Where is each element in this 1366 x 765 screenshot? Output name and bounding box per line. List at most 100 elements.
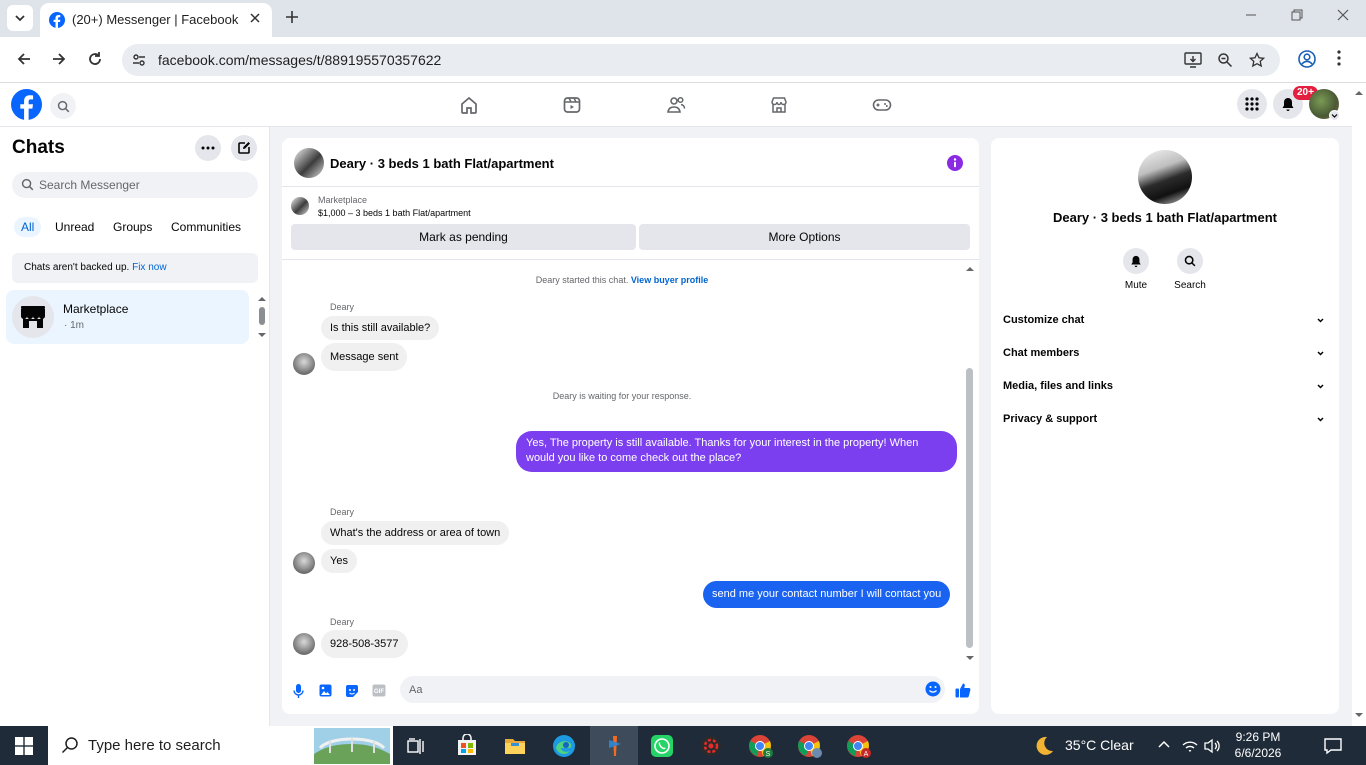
conversation-scrollbar[interactable] xyxy=(964,264,976,664)
view-buyer-profile-link[interactable]: View buyer profile xyxy=(631,275,708,285)
message-incoming[interactable]: Yes xyxy=(321,549,357,573)
browser-profile-icon[interactable] xyxy=(1297,49,1317,69)
chat-members-section[interactable]: Chat members xyxy=(1003,347,1328,359)
more-dots-icon xyxy=(201,146,215,150)
page-scrollbar[interactable] xyxy=(1352,83,1366,726)
emoji-icon[interactable] xyxy=(925,681,941,697)
browser-toolbar: facebook.com/messages/t/889195570357622 xyxy=(0,37,1366,83)
file-explorer-icon[interactable] xyxy=(503,734,527,758)
chat-list-item-marketplace[interactable]: Marketplace · 1m xyxy=(6,290,249,344)
window-close-icon[interactable] xyxy=(1336,8,1350,22)
weather-text[interactable]: 35°C Clear xyxy=(1065,737,1134,753)
message-incoming[interactable]: Message sent xyxy=(321,343,408,371)
marketplace-icon[interactable] xyxy=(769,95,789,115)
minimize-icon[interactable] xyxy=(1244,8,1258,22)
message-incoming[interactable]: Is this still available? xyxy=(321,316,440,340)
clock-time: 9:26 PM xyxy=(1235,730,1281,744)
task-view-icon[interactable] xyxy=(406,736,426,756)
customize-chat-section[interactable]: Customize chat xyxy=(1003,314,1328,326)
forward-icon[interactable] xyxy=(50,50,68,68)
chrome-profile-icon[interactable]: S xyxy=(748,734,774,758)
browser-tab-messenger[interactable]: (20+) Messenger | Facebook xyxy=(40,3,272,37)
facebook-logo-icon[interactable] xyxy=(11,89,42,120)
restore-icon[interactable] xyxy=(1290,8,1304,22)
marketplace-avatar xyxy=(12,296,54,338)
reload-icon[interactable] xyxy=(86,50,104,68)
message-outgoing[interactable]: Yes, The property is still available. Th… xyxy=(516,431,957,472)
bookmark-star-icon[interactable] xyxy=(1249,52,1265,68)
new-message-button[interactable] xyxy=(231,135,257,161)
weather-moon-icon[interactable] xyxy=(1032,734,1056,758)
address-bar[interactable]: facebook.com/messages/t/889195570357622 xyxy=(122,44,1280,76)
pinned-app-icon[interactable] xyxy=(603,734,627,758)
site-info-icon[interactable] xyxy=(131,52,147,68)
message-incoming[interactable]: 928-508-3577 xyxy=(321,630,408,658)
gear-app-icon[interactable] xyxy=(699,734,723,758)
whatsapp-icon[interactable] xyxy=(650,734,674,758)
conversation-scroll-thumb[interactable] xyxy=(966,368,973,648)
message-incoming[interactable]: What's the address or area of town xyxy=(321,521,510,545)
chat-started-text: Deary started this chat. xyxy=(535,275,629,285)
volume-icon[interactable] xyxy=(1204,738,1222,754)
chat-list-scrollbar[interactable] xyxy=(257,293,267,341)
edge-browser-icon[interactable] xyxy=(552,734,576,758)
tab-search-button[interactable] xyxy=(7,5,33,31)
fix-now-link[interactable]: Fix now xyxy=(132,262,166,273)
facebook-search-icon[interactable] xyxy=(50,93,76,119)
filter-unread[interactable]: Unread xyxy=(55,220,94,234)
zoom-icon[interactable] xyxy=(1217,52,1233,68)
message-input[interactable]: Aa xyxy=(400,676,945,703)
network-icon[interactable] xyxy=(1181,738,1199,754)
mark-as-pending-button[interactable]: Mark as pending xyxy=(291,224,636,250)
menu-grid-icon[interactable] xyxy=(1237,89,1267,119)
messenger-search-input[interactable]: Search Messenger xyxy=(12,172,258,198)
details-avatar[interactable] xyxy=(1138,150,1192,204)
tab-close-icon[interactable] xyxy=(248,11,262,25)
gaming-icon[interactable] xyxy=(872,95,892,115)
new-tab-icon[interactable] xyxy=(282,7,302,27)
chrome-profile-icon[interactable] xyxy=(797,734,823,758)
taskbar-search-box[interactable]: Type here to search xyxy=(48,726,393,765)
filter-all[interactable]: All xyxy=(14,217,42,237)
more-options-button[interactable]: More Options xyxy=(639,224,970,250)
chrome-profile-icon[interactable]: A xyxy=(846,734,872,758)
sender-avatar[interactable] xyxy=(293,552,315,574)
notification-center-icon[interactable] xyxy=(1323,736,1343,756)
svg-text:GIF: GIF xyxy=(374,689,384,695)
conversation-panel: Deary · 3 beds 1 bath Flat/apartment Mar… xyxy=(282,138,979,714)
friends-icon[interactable] xyxy=(666,95,686,115)
sender-name: Deary xyxy=(330,617,355,627)
conversation-info-icon[interactable] xyxy=(947,155,963,171)
conversation-details-panel: Deary · 3 beds 1 bath Flat/apartment Mut… xyxy=(991,138,1339,714)
back-icon[interactable] xyxy=(15,50,33,68)
browser-menu-icon[interactable] xyxy=(1336,49,1342,67)
taskbar-clock[interactable]: 9:26 PM 6/6/2026 xyxy=(1228,729,1288,761)
tab-title: (20+) Messenger | Facebook xyxy=(72,12,239,27)
show-hidden-icons-chevron-icon[interactable] xyxy=(1157,738,1171,752)
listing-thumbnail[interactable] xyxy=(291,197,309,215)
microsoft-store-icon[interactable] xyxy=(455,734,479,758)
sticker-icon[interactable] xyxy=(345,684,359,698)
microphone-icon[interactable] xyxy=(293,684,304,698)
search-in-conversation-button[interactable]: Search xyxy=(1160,248,1220,291)
privacy-support-section[interactable]: Privacy & support xyxy=(1003,413,1328,425)
gif-icon[interactable]: GIF xyxy=(372,684,386,697)
conversation-title[interactable]: Deary · 3 beds 1 bath Flat/apartment xyxy=(330,156,554,171)
photo-icon[interactable] xyxy=(319,684,332,697)
mute-button[interactable]: Mute xyxy=(1106,248,1166,291)
like-thumbs-up-icon[interactable] xyxy=(955,682,971,698)
windows-start-icon[interactable] xyxy=(15,737,33,755)
chat-options-button[interactable] xyxy=(195,135,221,161)
video-icon[interactable] xyxy=(562,95,582,115)
sender-avatar[interactable] xyxy=(293,353,315,375)
home-icon[interactable] xyxy=(459,95,479,115)
sender-avatar[interactable] xyxy=(293,633,315,655)
install-app-icon[interactable] xyxy=(1184,52,1202,68)
account-chevron-icon[interactable] xyxy=(1329,110,1340,121)
conversation-avatar[interactable] xyxy=(294,148,324,178)
message-outgoing[interactable]: send me your contact number I will conta… xyxy=(703,581,951,608)
filter-groups[interactable]: Groups xyxy=(113,220,152,234)
listing-title[interactable]: $1,000 – 3 beds 1 bath Flat/apartment xyxy=(318,208,471,218)
filter-communities[interactable]: Communities xyxy=(171,220,241,234)
media-files-links-section[interactable]: Media, files and links xyxy=(1003,380,1328,392)
